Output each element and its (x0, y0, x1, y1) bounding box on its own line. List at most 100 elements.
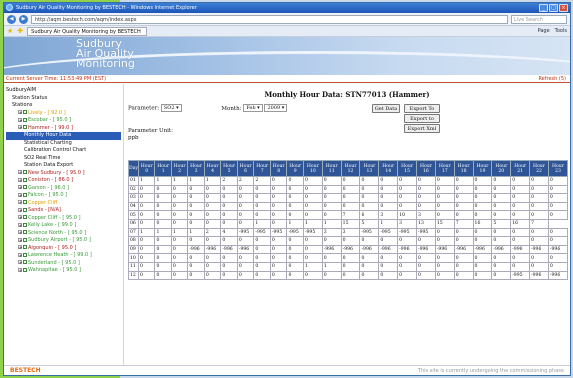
expand-icon[interactable]: + (18, 252, 22, 257)
expand-icon[interactable]: + (18, 185, 22, 190)
expand-icon[interactable]: + (18, 192, 22, 197)
column-header: Hour 5 (220, 160, 238, 177)
station-checkbox[interactable] (23, 222, 27, 227)
expand-icon[interactable]: + (18, 125, 22, 130)
sidebar-item[interactable]: Statistical Charting (6, 140, 121, 148)
sidebar-item[interactable]: + Wahnapitae - [ 95.0 ] (6, 267, 121, 275)
column-header: Hour 23 (547, 160, 569, 177)
url-input[interactable]: http://aqm.bestech.com/aqm/index.aspx (31, 14, 508, 24)
hour-value-cell: 0 (529, 184, 549, 195)
sidebar-item[interactable]: Stations (6, 102, 121, 110)
column-header: Hour 3 (187, 160, 205, 177)
station-checkbox[interactable] (23, 237, 27, 242)
sidebar-item[interactable]: + Garson - [ 96.0 ] (6, 185, 121, 193)
hour-value-cell: 0 (220, 193, 238, 203)
sidebar-item[interactable]: + Falcon - [ 95.0 ] (6, 192, 121, 200)
expand-icon[interactable]: + (18, 170, 22, 175)
expand-icon[interactable]: + (18, 177, 22, 182)
sidebar-item[interactable]: Station Status (6, 95, 121, 103)
station-checkbox[interactable] (23, 260, 27, 264)
minimize-button[interactable]: _ (539, 4, 548, 12)
search-input[interactable]: Live Search (511, 14, 567, 24)
browser-tab[interactable]: Sudbury Air Quality Monitoring by BESTEC… (27, 26, 148, 36)
station-checkbox[interactable] (23, 267, 27, 272)
maximize-button[interactable]: □ (549, 4, 558, 12)
station-checkbox[interactable] (23, 177, 27, 182)
sidebar-item[interactable]: + Lawrence Heath - [ 99.0 ] (6, 252, 121, 260)
close-button[interactable]: × (559, 4, 568, 12)
sidebar-item[interactable]: Monthly Hour Data (6, 132, 121, 140)
station-checkbox[interactable] (23, 192, 27, 197)
back-button[interactable]: ◀ (7, 14, 16, 24)
station-checkbox[interactable] (23, 110, 27, 114)
sidebar-item[interactable]: + Escobar - [ 95.0 ] (6, 117, 121, 125)
sidebar-item[interactable]: SO2 Real Time (6, 155, 121, 163)
sidebar-item[interactable]: + Sands - [N/A] (6, 207, 121, 215)
page-menu[interactable]: Page (538, 28, 550, 34)
expand-icon[interactable]: + (18, 237, 22, 242)
hour-value-cell: 0 (547, 184, 569, 195)
station-checkbox[interactable] (23, 230, 27, 234)
refresh-link[interactable]: Refresh (5) (538, 75, 566, 83)
year-select[interactable]: 2009 ▾ (264, 104, 288, 112)
sidebar-item[interactable]: + Copper Cliff - [ 95.0 ] (6, 215, 121, 223)
station-checkbox[interactable] (23, 185, 27, 189)
expand-icon[interactable]: + (18, 260, 22, 265)
expand-icon[interactable]: + (18, 230, 22, 235)
sidebar-item[interactable]: + Sunderland - [ 95.0 ] (6, 260, 121, 268)
hour-value-cell: 0 (269, 244, 288, 255)
hour-value-cell: 0 (154, 244, 172, 255)
sidebar-item[interactable]: + Sudbury Airport - [ 95.0 ] (6, 237, 121, 245)
hour-value-cell: 0 (359, 236, 380, 246)
month-select[interactable]: Feb ▾ (243, 104, 263, 112)
expand-icon[interactable]: + (18, 117, 22, 122)
sidebar-item[interactable]: + Coniston - [ 86.0 ] (6, 177, 121, 185)
station-checkbox[interactable] (23, 200, 27, 204)
export-pdf-button[interactable]: Export To PDF (404, 104, 440, 120)
expand-icon[interactable]: + (18, 267, 22, 272)
hour-value-cell: 0 (170, 236, 189, 246)
expand-icon[interactable]: + (18, 222, 22, 227)
hour-value-cell: -996 (529, 270, 549, 281)
sidebar-item[interactable]: SudburyAIM (6, 87, 121, 95)
expand-icon[interactable]: + (18, 110, 22, 115)
sidebar-item[interactable]: Station Data Export (6, 162, 121, 170)
station-checkbox[interactable] (23, 245, 27, 249)
sidebar-item[interactable]: + Science North - [ 95.0 ] (6, 230, 121, 238)
hour-value-cell: -996 (547, 270, 569, 281)
station-checkbox[interactable] (23, 117, 27, 122)
station-checkbox[interactable] (23, 252, 27, 257)
station-checkbox[interactable] (23, 207, 27, 212)
hour-value-cell: -995 (510, 270, 531, 281)
parameter-select[interactable]: SO2 ▾ (160, 104, 182, 112)
hour-value-cell: 0 (434, 253, 455, 263)
tools-menu[interactable]: Tools (555, 28, 567, 34)
sidebar-item[interactable]: + Algonquin - [ 95.0 ] (6, 245, 121, 253)
export-csv-button[interactable]: Export to CSV (404, 114, 440, 130)
station-checkbox[interactable] (23, 125, 27, 129)
sidebar-item[interactable]: + Kelly Lake - [ 99.0 ] (6, 222, 121, 230)
sidebar-item[interactable]: Calibration Control Chart (6, 147, 121, 155)
hour-value-cell: 0 (547, 227, 569, 238)
add-favorite-icon[interactable]: ✚ (17, 27, 23, 35)
expand-icon[interactable]: + (18, 207, 22, 212)
station-checkbox[interactable] (23, 170, 27, 174)
expand-icon[interactable]: + (18, 245, 22, 250)
sidebar-item[interactable]: + Lively - [ 92.0 ] (6, 110, 121, 118)
expand-icon[interactable]: + (18, 200, 22, 205)
sidebar-item-label: Lively - [ 92.0 ] (28, 109, 66, 116)
get-data-button[interactable]: Get Data (372, 104, 400, 113)
forward-button[interactable]: ▶ (19, 14, 28, 24)
hour-value-cell: 0 (203, 193, 222, 203)
hour-value-cell: 0 (397, 261, 418, 272)
hour-value-cell: -996 (236, 244, 255, 255)
column-header: Hour 9 (286, 160, 304, 177)
sidebar-item[interactable]: + New Sudbury - [ 95.0 ] (6, 170, 121, 178)
expand-icon[interactable]: + (18, 215, 22, 220)
station-checkbox[interactable] (23, 215, 27, 219)
sidebar-item[interactable]: + Hammer - [ 99.0 ] (6, 125, 121, 133)
hour-value-cell: 0 (321, 210, 342, 220)
sidebar-item[interactable]: + Copper Cliff (6, 200, 121, 208)
export-xml-button[interactable]: Export Xml (404, 124, 440, 133)
favorites-star-icon[interactable]: ★ (7, 27, 13, 35)
